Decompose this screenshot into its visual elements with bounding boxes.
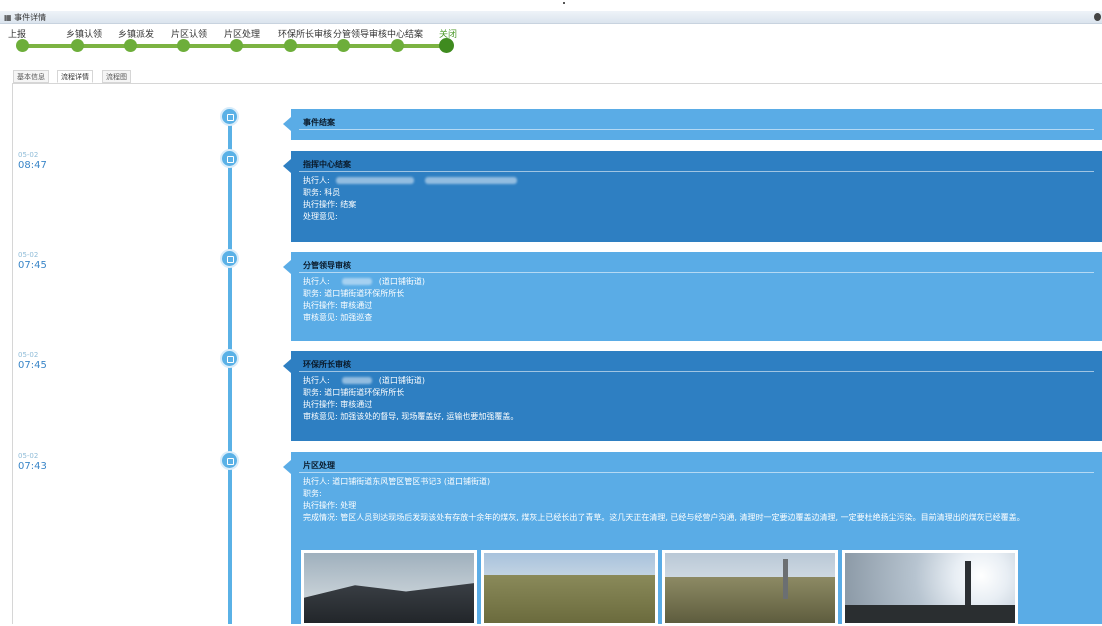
top-marker: [563, 2, 565, 4]
timeline-node-icon: [220, 451, 239, 470]
step-label-leader-review: 分管领导审核: [333, 30, 388, 40]
timeline-node-icon: [220, 107, 239, 126]
step-label-report: 上报: [8, 30, 27, 40]
card-operation: 执行操作: 结案: [303, 200, 357, 209]
redacted-name: [342, 377, 373, 384]
time-clock: 07:45: [18, 360, 47, 371]
timeline-time: 05-02 07:43: [18, 452, 47, 472]
redacted-name: [342, 278, 373, 285]
card-operation: 执行操作: 审核通过: [303, 400, 373, 409]
step-dot: [71, 39, 84, 52]
step-dot: [337, 39, 350, 52]
grid-icon: ▦: [4, 13, 12, 22]
tab-flow-chart[interactable]: 流程图: [102, 70, 131, 83]
timeline-time: 05-02 07:45: [18, 351, 47, 371]
redacted-name: [424, 177, 517, 184]
window-titlebar: ▦ 事件详情: [0, 11, 1102, 24]
step-label-env-review: 环保所长审核: [278, 30, 333, 40]
time-clock: 07:45: [18, 260, 47, 271]
tab-process-detail[interactable]: 流程详情: [57, 70, 93, 83]
step-label-town-claim: 乡镇认领: [66, 30, 103, 40]
timeline-node-icon: [220, 349, 239, 368]
card-position: 职务:: [303, 489, 322, 498]
card-executor: 执行人:: [303, 175, 1090, 187]
step-label-area-claim: 片区认领: [171, 30, 208, 40]
step-label-town-dispatch: 乡镇派发: [118, 30, 155, 40]
timeline-time: 05-02 07:45: [18, 251, 47, 271]
card-operation: 执行操作: 审核通过: [303, 301, 373, 310]
timeline-node-icon: [220, 249, 239, 268]
time-date: 05-02: [18, 251, 39, 259]
time-clock: 08:47: [18, 160, 47, 171]
time-date: 05-02: [18, 151, 39, 159]
site-photo[interactable]: [842, 550, 1018, 626]
step-dot: [16, 39, 29, 52]
time-clock: 07:43: [18, 461, 47, 472]
card-position: 职务: 道口铺街道环保所所长: [303, 388, 405, 397]
site-photo[interactable]: [481, 550, 658, 626]
window-title: ▦ 事件详情: [4, 13, 47, 22]
timeline-card-leader-review: 分管领导审核 执行人: (道口铺街道) 职务: 道口铺街道环保所所长 执行操作:…: [283, 252, 1102, 341]
site-photo[interactable]: [662, 550, 838, 626]
card-opinion: 审核意见: 加强巡查: [303, 313, 373, 322]
card-title: 分管领导审核: [303, 261, 351, 270]
time-date: 05-02: [18, 452, 39, 460]
step-dot: [230, 39, 243, 52]
card-title: 环保所长审核: [303, 360, 351, 369]
card-executor: 执行人: (道口铺街道): [303, 277, 426, 286]
timeline-time: 05-02 08:47: [18, 151, 47, 171]
card-opinion: 审核意见: 加强该处的督导, 现场覆盖好, 运输也要加强覆盖。: [303, 412, 519, 421]
card-position: 职务: 科员: [303, 188, 341, 197]
card-divider: [299, 129, 1094, 130]
timeline-card-env-review: 环保所长审核 执行人: (道口铺街道) 职务: 道口铺街道环保所所长 执行操作:…: [283, 351, 1102, 441]
card-opinion: 处理意见:: [303, 212, 338, 221]
step-label-center-close: 中心结案: [387, 30, 424, 40]
step-dot: [124, 39, 137, 52]
card-title: 指挥中心结案: [303, 160, 351, 169]
redacted-name: [336, 177, 415, 184]
card-executor: 执行人: 道口铺街道东风管区管区书记3 (道口铺街道): [303, 477, 491, 486]
card-title: 事件结案: [303, 118, 335, 127]
timeline-card-area-handle: 片区处理 执行人: 道口铺街道东风管区管区书记3 (道口铺街道) 职务: 执行操…: [283, 452, 1102, 626]
time-date: 05-02: [18, 351, 39, 359]
step-dot: [284, 39, 297, 52]
card-situation: 完成情况: 管区人员到达现场后发现该处有存放十余年的煤灰, 煤灰上已经长出了青草…: [303, 513, 1025, 522]
timeline-card-center-close: 指挥中心结案 执行人: 职务: 科员 执行操作: 结案 处理意见:: [283, 151, 1102, 242]
card-executor: 执行人: (道口铺街道): [303, 376, 426, 385]
step-dot: [391, 39, 404, 52]
card-position: 职务: 道口铺街道环保所所长: [303, 289, 405, 298]
timeline-node-icon: [220, 149, 239, 168]
step-dot: [177, 39, 190, 52]
close-window-icon[interactable]: [1094, 13, 1101, 21]
step-dot-active: [439, 38, 454, 53]
site-photo[interactable]: [301, 550, 477, 626]
step-label-area-handle: 片区处理: [224, 30, 261, 40]
tab-basic-info[interactable]: 基本信息: [13, 70, 49, 83]
card-operation: 执行操作: 处理: [303, 501, 357, 510]
timeline-card-event-closed: 事件结案: [283, 109, 1102, 140]
card-title: 片区处理: [303, 461, 335, 470]
